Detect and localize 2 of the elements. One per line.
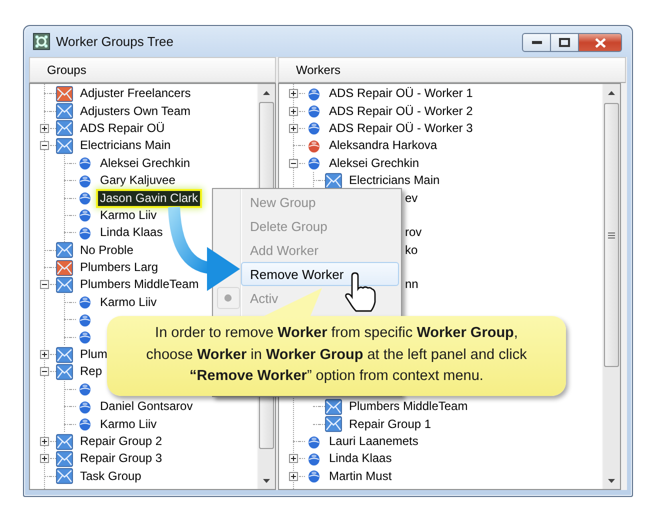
tooltip-text: In order to remove Worker from specific Worker Group, choose Worker in Worker Group at the left panel and click “Remove Worker” option from context menu. <box>107 316 566 396</box>
window-title: Worker Groups Tree <box>56 34 175 49</box>
